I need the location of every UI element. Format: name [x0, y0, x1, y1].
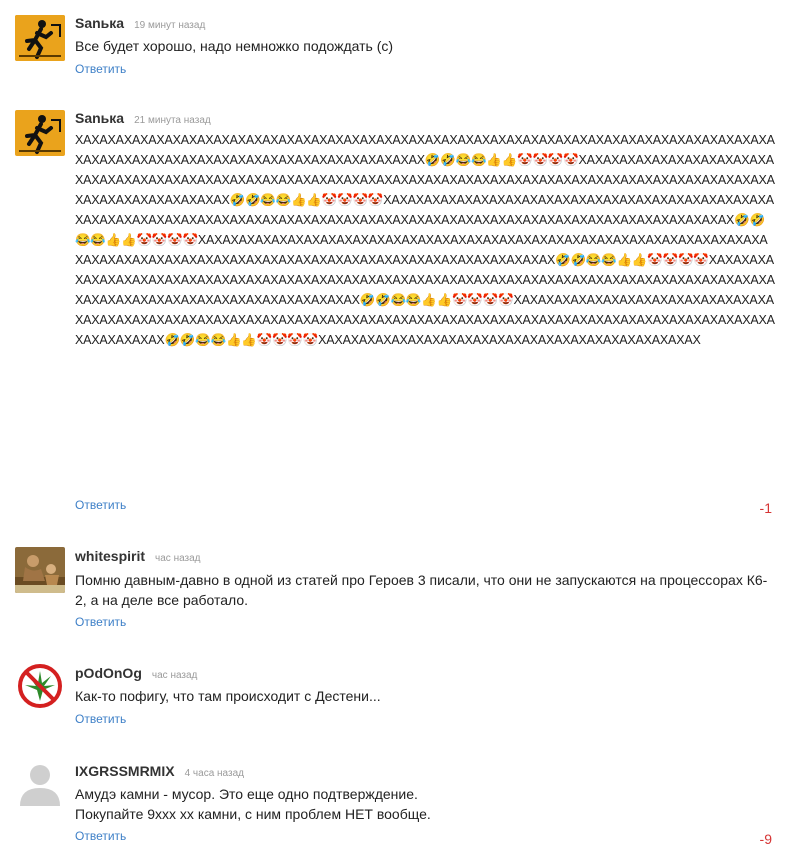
comment-item: IXGRSSMRMIX 4 часа назад Амудэ камни - му…	[0, 0, 792, 851]
reply-link[interactable]: Ответить	[75, 829, 126, 843]
comment-text-line: Покупайте 9ххх хх камни, с ним проблем Н…	[75, 806, 431, 822]
default-user-avatar[interactable]	[15, 760, 65, 806]
comment-text-line: Амудэ камни - мусор. Это еще одно подтве…	[75, 786, 418, 802]
comment-author[interactable]: IXGRSSMRMIX 4 часа назад	[75, 763, 244, 779]
comment-score: -9	[759, 831, 772, 847]
author-name[interactable]: IXGRSSMRMIX	[75, 763, 175, 779]
comment-time: 4 часа назад	[184, 768, 244, 779]
